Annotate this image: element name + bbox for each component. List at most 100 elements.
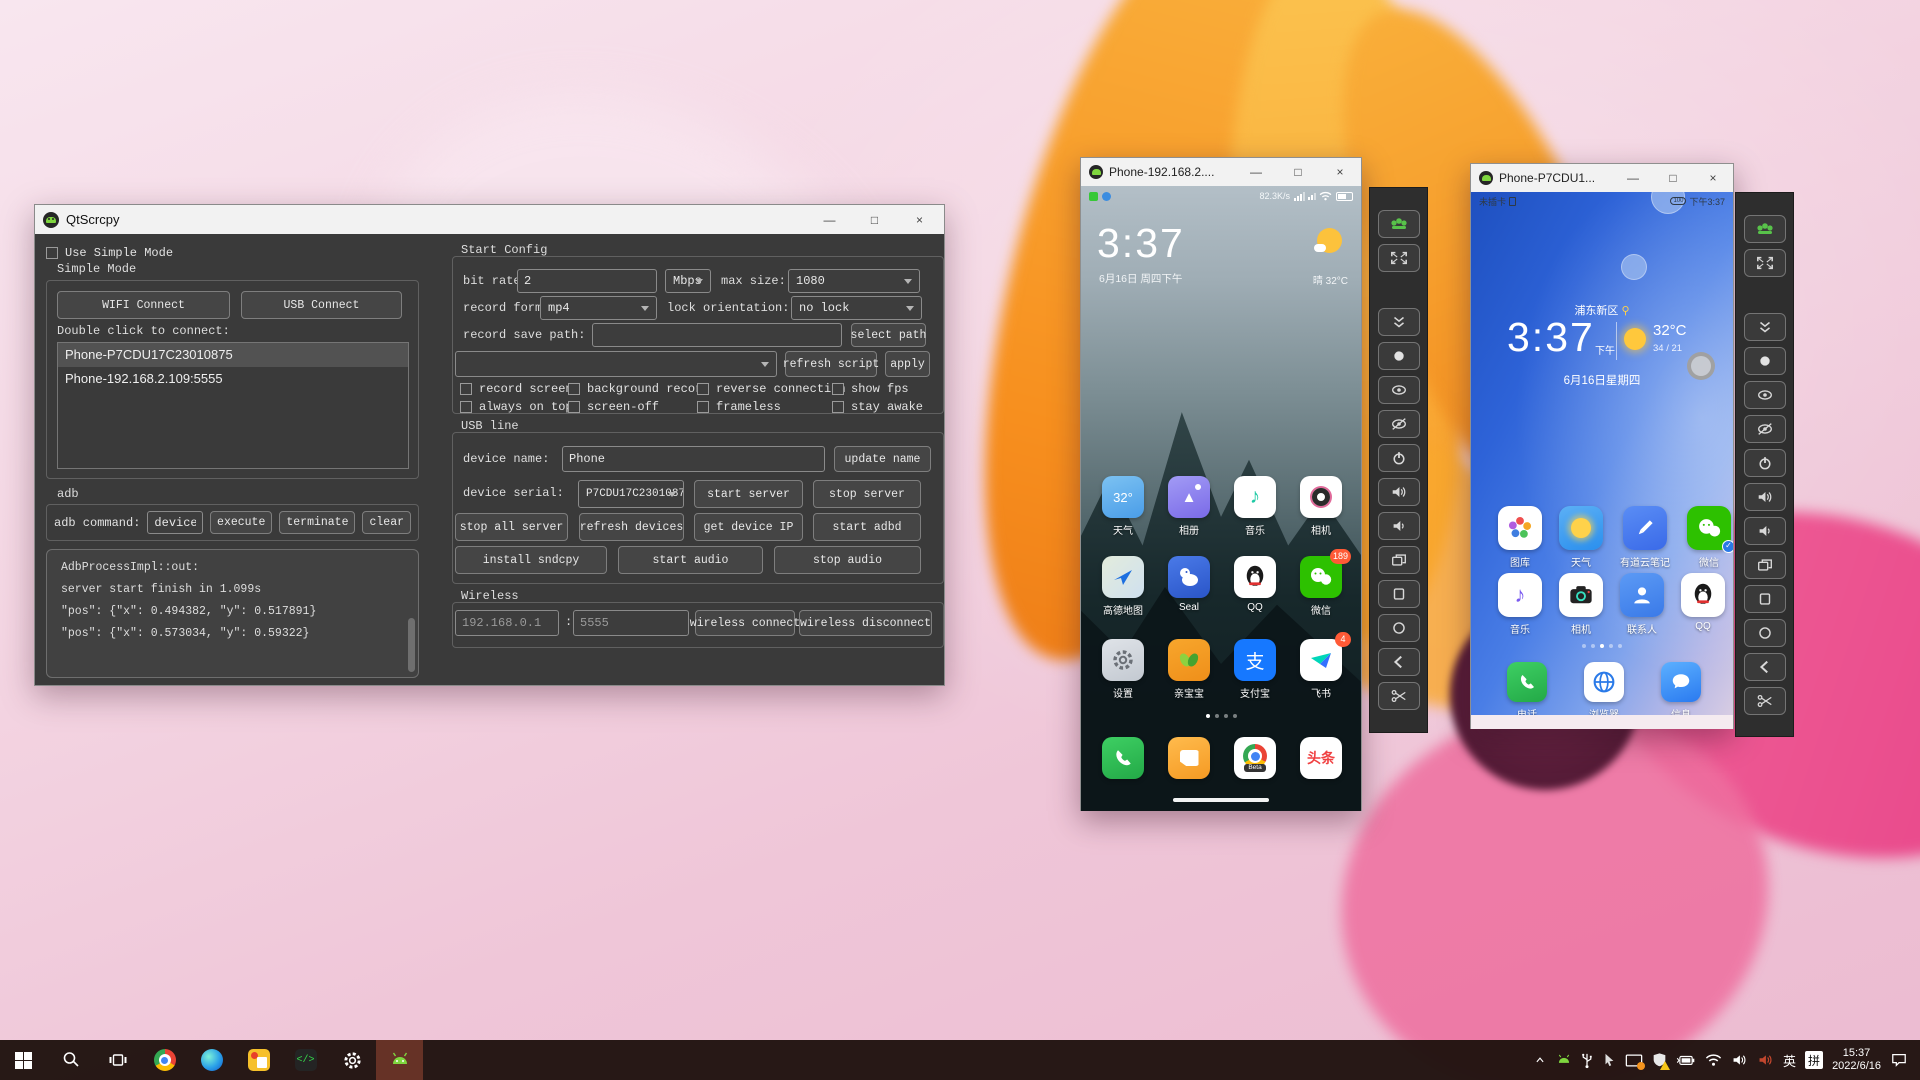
minimize-button[interactable]: — [1235, 158, 1277, 186]
wifi-connect-button[interactable]: WIFI Connect [57, 291, 230, 319]
tray-android-icon[interactable] [1556, 1052, 1572, 1068]
toolbar-volume-down-button[interactable] [1378, 512, 1420, 540]
toolbar-screen-off-button[interactable] [1744, 415, 1786, 443]
lock-orientation-dropdown[interactable]: no lock [791, 296, 922, 320]
app-qq[interactable]: QQ [1234, 556, 1276, 617]
task-view-button[interactable] [94, 1040, 141, 1080]
phone1-screen[interactable]: 82.3K/s 3:37 6月16日 周四下午 晴 32°C 32° 天气 [1081, 186, 1361, 811]
get-device-ip-button[interactable]: get device IP [694, 513, 803, 541]
dock-phone[interactable]: 电话 [1507, 662, 1547, 721]
taskbar-clock[interactable]: 15:37 2022/6/16 [1832, 1047, 1881, 1073]
maximize-button[interactable]: □ [852, 205, 897, 234]
cursor-icon[interactable] [1602, 1052, 1616, 1068]
toolbar-home-button[interactable] [1378, 614, 1420, 642]
toolbar-touch-button[interactable] [1378, 342, 1420, 370]
device-list-item[interactable]: Phone-P7CDU17C23010875 [58, 343, 408, 367]
frameless-checkbox[interactable] [697, 401, 709, 413]
toolbar-screenshot-button[interactable] [1378, 682, 1420, 710]
toolbar-volume-down-button[interactable] [1744, 517, 1786, 545]
toolbar-menu-button[interactable] [1378, 580, 1420, 608]
app-feishu[interactable]: 4 飞书 [1300, 639, 1342, 700]
toolbar-group-control-button[interactable] [1744, 215, 1786, 243]
taskbar-qtscrcpy-active[interactable] [376, 1040, 423, 1080]
clear-button[interactable]: clear [362, 511, 411, 534]
stop-all-server-button[interactable]: stop all server [455, 513, 568, 541]
adb-log-output[interactable]: AdbProcessImpl::out: server start finish… [46, 549, 419, 678]
wireless-disconnect-button[interactable]: wireless disconnect [799, 610, 932, 636]
install-sndcpy-button[interactable]: install sndcpy [455, 546, 607, 574]
reverse-connection-checkbox[interactable] [697, 383, 709, 395]
taskbar-settings[interactable] [329, 1040, 376, 1080]
screen-off-checkbox[interactable] [568, 401, 580, 413]
ime-mode-indicator[interactable]: 拼 [1805, 1051, 1823, 1069]
execute-button[interactable]: execute [210, 511, 272, 534]
wireless-connect-button[interactable]: wireless connect [695, 610, 795, 636]
app-music[interactable]: ♪ 音乐 [1234, 476, 1276, 537]
minimize-button[interactable]: — [807, 205, 852, 234]
app-camera[interactable]: 相机 [1300, 476, 1342, 537]
toolbar-screenshot-button[interactable] [1744, 687, 1786, 715]
assistive-ball[interactable] [1687, 352, 1715, 380]
app-gallery[interactable]: 图库 [1498, 506, 1542, 569]
script-dropdown[interactable] [455, 351, 777, 377]
taskbar-edge[interactable] [188, 1040, 235, 1080]
app-gallery[interactable]: ▲ 相册 [1168, 476, 1210, 537]
dock-toutiao[interactable]: 头条 [1300, 737, 1342, 779]
toolbar-volume-up-button[interactable] [1744, 483, 1786, 511]
security-shield-icon[interactable] [1652, 1052, 1667, 1068]
dock-messages[interactable] [1168, 737, 1210, 779]
start-adbd-button[interactable]: start adbd [813, 513, 921, 541]
app-contacts[interactable]: 联系人 [1620, 573, 1664, 636]
background-record-checkbox[interactable] [568, 383, 580, 395]
toolbar-expand-notification-button[interactable] [1744, 313, 1786, 341]
screen-cast-icon[interactable] [1625, 1053, 1643, 1068]
qtscrcpy-titlebar[interactable]: QtScrcpy — □ × [35, 205, 944, 234]
app-camera[interactable]: 相机 [1559, 573, 1603, 636]
app-youdao-notes[interactable]: 有道云笔记 [1620, 506, 1670, 569]
taskbar-dev-tools[interactable]: </> [282, 1040, 329, 1080]
stop-audio-button[interactable]: stop audio [774, 546, 921, 574]
battery-icon[interactable] [1676, 1053, 1696, 1067]
close-button[interactable]: × [897, 205, 942, 234]
toolbar-power-button[interactable] [1378, 444, 1420, 472]
device-name-input[interactable] [562, 446, 825, 472]
update-name-button[interactable]: update name [834, 446, 931, 472]
refresh-devices-button[interactable]: refresh devices [579, 513, 684, 541]
toolbar-group-control-button[interactable] [1378, 210, 1420, 238]
maximize-button[interactable]: □ [1653, 164, 1693, 192]
wireless-ip-input[interactable] [455, 610, 559, 636]
dock-browser[interactable]: 浏览器 [1584, 662, 1624, 721]
record-format-dropdown[interactable]: mp4 [540, 296, 657, 320]
start-button[interactable] [0, 1040, 47, 1080]
adb-command-input[interactable] [147, 511, 203, 534]
toolbar-fullscreen-button[interactable] [1378, 244, 1420, 272]
toolbar-screen-off-button[interactable] [1378, 410, 1420, 438]
app-music[interactable]: ♪ 音乐 [1498, 573, 1542, 636]
show-fps-checkbox[interactable] [832, 383, 844, 395]
toolbar-back-button[interactable] [1378, 648, 1420, 676]
toolbar-fullscreen-button[interactable] [1744, 249, 1786, 277]
device-list-item[interactable]: Phone-192.168.2.109:5555 [58, 367, 408, 391]
device-serial-dropdown[interactable]: P7CDU17C2301087 [578, 480, 684, 508]
select-path-button[interactable]: select path [851, 323, 926, 347]
usb-icon[interactable] [1581, 1052, 1593, 1069]
app-qq[interactable]: QQ [1681, 573, 1725, 636]
stay-awake-checkbox[interactable] [832, 401, 844, 413]
toolbar-menu-button[interactable] [1744, 585, 1786, 613]
phone2-screen[interactable]: 未插卡 100 下午3:37 浦东新区 ⚲ 3:37 下午 32°C 34 / … [1471, 192, 1733, 729]
app-alipay[interactable]: 支 支付宝 [1234, 639, 1276, 700]
toolbar-volume-up-button[interactable] [1378, 478, 1420, 506]
usb-connect-button[interactable]: USB Connect [241, 291, 402, 319]
always-on-top-checkbox[interactable] [460, 401, 472, 413]
toolbar-power-button[interactable] [1744, 449, 1786, 477]
app-qinbaobao[interactable]: 亲宝宝 [1168, 639, 1210, 700]
terminate-button[interactable]: terminate [279, 511, 355, 534]
toolbar-expand-notification-button[interactable] [1378, 308, 1420, 336]
dock-messages[interactable]: 信息 [1661, 662, 1701, 721]
ime-language-indicator[interactable]: 英 [1783, 1051, 1796, 1070]
app-wechat[interactable]: 189 微信 [1300, 556, 1342, 617]
search-button[interactable] [47, 1040, 94, 1080]
red-volume-icon[interactable] [1757, 1053, 1774, 1067]
speaker-icon[interactable] [1731, 1053, 1748, 1067]
bit-rate-unit-dropdown[interactable]: Mbps [665, 269, 711, 293]
